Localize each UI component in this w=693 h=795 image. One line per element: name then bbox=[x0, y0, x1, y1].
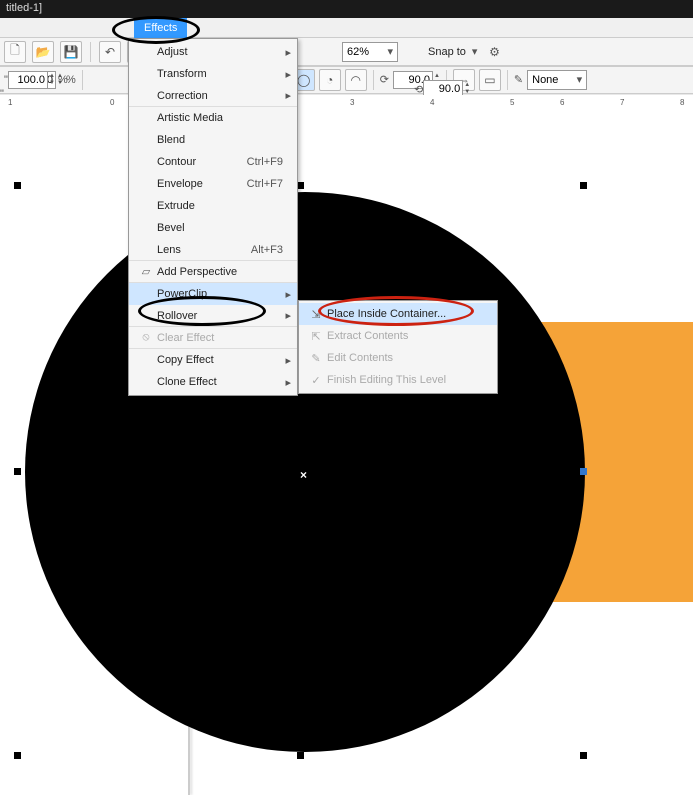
ruler-tick: 6 bbox=[560, 98, 564, 107]
width-input[interactable] bbox=[16, 71, 56, 89]
spinner-arrows[interactable]: ▲▼ bbox=[434, 73, 440, 87]
extract-icon: ⇱ bbox=[305, 330, 327, 343]
submenu-arrow-icon: ▸ bbox=[285, 46, 291, 59]
menu-contour[interactable]: Contour Ctrl+F9 bbox=[129, 151, 297, 173]
submenu-arrow-icon: ▸ bbox=[285, 288, 291, 301]
pen-icon: ✎ bbox=[514, 73, 523, 86]
selection-handle[interactable] bbox=[580, 752, 587, 759]
toolbar-properties: " ▲▼ % ◯ ◔ ◠ ⟳ ▲▼ ⇔ ▭ ✎ None bbox=[0, 66, 693, 94]
canvas[interactable]: × bbox=[0, 112, 693, 795]
clear-icon: ⦸ bbox=[135, 331, 157, 344]
pie-tool-icon[interactable]: ◔ bbox=[319, 69, 341, 91]
separator bbox=[507, 70, 508, 90]
rotate-cw-icon: ⟳ bbox=[380, 73, 389, 86]
ruler-tick: 4 bbox=[430, 98, 434, 107]
ruler-tick: 0 bbox=[110, 98, 114, 107]
ruler-tick: 8 bbox=[680, 98, 684, 107]
width-field[interactable]: ▲▼ % bbox=[16, 71, 76, 89]
perspective-icon: ▱ bbox=[135, 265, 157, 278]
outline-combo[interactable]: None bbox=[527, 70, 587, 90]
menu-effects[interactable]: Effects bbox=[134, 18, 187, 38]
submenu-place-inside-container[interactable]: ⇲ Place Inside Container... bbox=[299, 303, 497, 325]
menu-add-perspective[interactable]: ▱ Add Perspective bbox=[129, 261, 297, 283]
finish-icon: ✓ bbox=[305, 374, 327, 387]
menu-extrude[interactable]: Extrude bbox=[129, 195, 297, 217]
powerclip-submenu: ⇲ Place Inside Container... ⇱ Extract Co… bbox=[298, 300, 498, 394]
selection-handle[interactable] bbox=[14, 182, 21, 189]
submenu-finish-editing: ✓ Finish Editing This Level bbox=[299, 369, 497, 391]
menu-copy-effect[interactable]: Copy Effect ▸ bbox=[129, 349, 297, 371]
dropdown-arrow-icon[interactable]: ▾ bbox=[472, 45, 478, 58]
menu-transform[interactable]: Transform ▸ bbox=[129, 63, 297, 85]
zoom-value: 62% bbox=[347, 46, 369, 58]
wrap-icon[interactable]: ▭ bbox=[479, 69, 501, 91]
menu-bevel[interactable]: Bevel bbox=[129, 217, 297, 239]
submenu-arrow-icon: ▸ bbox=[285, 89, 291, 102]
angle1-input[interactable] bbox=[393, 71, 433, 89]
outline-value: None bbox=[532, 74, 558, 86]
submenu-arrow-icon: ▸ bbox=[285, 68, 291, 81]
spinner-arrows[interactable]: ▲▼ bbox=[57, 73, 63, 87]
menu-envelope[interactable]: Envelope Ctrl+F7 bbox=[129, 173, 297, 195]
arc-tool-icon[interactable]: ◠ bbox=[345, 69, 367, 91]
selection-handle[interactable] bbox=[580, 468, 587, 475]
selection-handle[interactable] bbox=[580, 182, 587, 189]
submenu-arrow-icon: ▸ bbox=[285, 376, 291, 389]
effects-menu: Adjust ▸ Transform ▸ Correction ▸ Artist… bbox=[128, 38, 298, 396]
place-inside-icon: ⇲ bbox=[305, 308, 327, 321]
selection-handle[interactable] bbox=[297, 752, 304, 759]
menu-rollover[interactable]: Rollover ▸ bbox=[129, 305, 297, 327]
zoom-combo[interactable]: 62% bbox=[342, 42, 398, 62]
title-bar: titled-1] bbox=[0, 0, 693, 18]
angle1-field[interactable]: ▲▼ bbox=[393, 71, 440, 89]
document-title: titled-1] bbox=[6, 2, 42, 14]
separator bbox=[90, 42, 91, 62]
undo-icon[interactable]: ↶ bbox=[99, 41, 121, 63]
new-icon[interactable]: 🗋 bbox=[4, 41, 26, 63]
shortcut-label: Ctrl+F9 bbox=[247, 156, 283, 168]
snap-label: Snap to bbox=[428, 46, 466, 58]
ruler-tick: 3 bbox=[350, 98, 354, 107]
selection-handle[interactable] bbox=[14, 752, 21, 759]
menu-artistic-media[interactable]: Artistic Media bbox=[129, 107, 297, 129]
ruler-tick: 5 bbox=[510, 98, 514, 107]
menu-adjust[interactable]: Adjust ▸ bbox=[129, 41, 297, 63]
unit-label: % bbox=[66, 74, 76, 86]
save-icon[interactable]: 💾 bbox=[60, 41, 82, 63]
open-icon[interactable]: 📂 bbox=[32, 41, 54, 63]
menu-clear-effect: ⦸ Clear Effect bbox=[129, 327, 297, 349]
menu-bar: Effects bbox=[0, 18, 693, 38]
selection-center-icon[interactable]: × bbox=[300, 468, 307, 482]
menu-correction[interactable]: Correction ▸ bbox=[129, 85, 297, 107]
x-label: " bbox=[4, 74, 12, 86]
ruler-horizontal: 1 0 1 2 3 4 5 6 7 8 bbox=[0, 95, 693, 113]
toolbar-main: 🗋 📂 💾 ↶ ↷ 62% Snap to ▾ ⚙ bbox=[0, 38, 693, 66]
shortcut-label: Alt+F3 bbox=[251, 244, 283, 256]
options-icon[interactable]: ⚙ bbox=[483, 41, 505, 63]
selection-handle[interactable] bbox=[297, 182, 304, 189]
ruler-tick: 1 bbox=[8, 98, 12, 107]
menu-lens[interactable]: Lens Alt+F3 bbox=[129, 239, 297, 261]
submenu-arrow-icon: ▸ bbox=[285, 354, 291, 367]
ruler-tick: 7 bbox=[620, 98, 624, 107]
separator bbox=[373, 70, 374, 90]
flip-h-icon[interactable]: ⇔ bbox=[453, 69, 475, 91]
submenu-edit-contents: ✎ Edit Contents bbox=[299, 347, 497, 369]
separator bbox=[446, 70, 447, 90]
edit-icon: ✎ bbox=[305, 352, 327, 365]
shortcut-label: Ctrl+F7 bbox=[247, 178, 283, 190]
separator bbox=[82, 70, 83, 90]
menu-powerclip[interactable]: PowerClip ▸ bbox=[129, 283, 297, 305]
submenu-arrow-icon: ▸ bbox=[285, 309, 291, 322]
selection-handle[interactable] bbox=[14, 468, 21, 475]
menu-clone-effect[interactable]: Clone Effect ▸ bbox=[129, 371, 297, 393]
submenu-extract-contents: ⇱ Extract Contents bbox=[299, 325, 497, 347]
menu-blend[interactable]: Blend bbox=[129, 129, 297, 151]
